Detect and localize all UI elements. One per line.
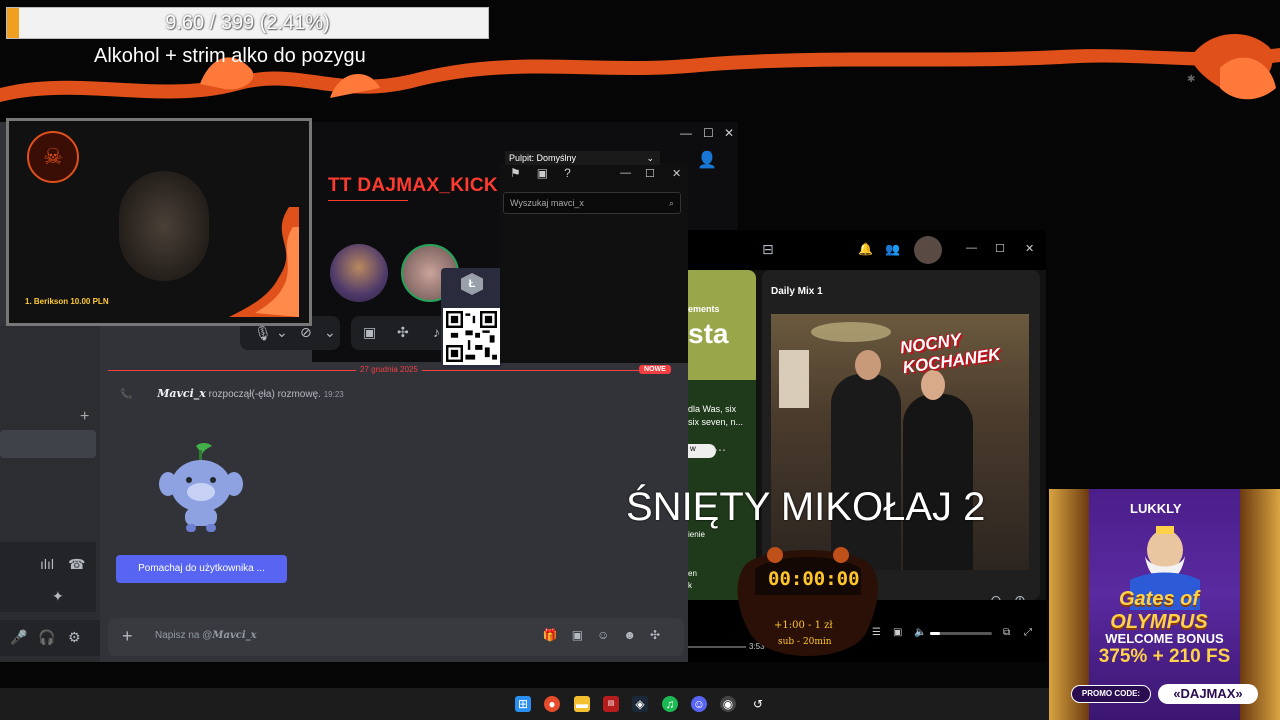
date-divider-label: 27 grudnia 2025 <box>356 365 422 374</box>
add-attachment-icon[interactable]: + <box>122 626 133 647</box>
windows-start-icon[interactable]: ⊞ <box>515 696 531 712</box>
maximize-icon[interactable]: ☐ <box>995 242 1005 255</box>
user-profile-icon[interactable]: 👤 <box>697 150 717 170</box>
scene-select-dropdown[interactable]: Pulpit: Domyślny ⌄ <box>505 151 660 165</box>
message-text: rozpoczął(-ęła) rozmowę. <box>208 389 321 400</box>
timer-rule-2: sub - 20min <box>778 637 832 647</box>
soundboard-icon[interactable]: ♪ <box>433 324 440 340</box>
microphone-icon[interactable]: 🎤 <box>10 629 27 646</box>
channel-logo-icon: ☠ <box>27 131 79 183</box>
discord-icon[interactable]: ☺ <box>691 696 707 712</box>
maximize-icon[interactable]: ☐ <box>645 167 655 180</box>
phone-call-icon: 📞 <box>120 389 133 400</box>
ad-game-logo: Gates of OLYMPUS <box>1110 588 1208 633</box>
album-cover-title: NOCNY KOCHANEK <box>898 330 1002 378</box>
ad-welcome-label: WELCOME BONUS <box>1105 631 1224 646</box>
chat-tools-icons[interactable]: 🎁▣☺☻✣ <box>543 628 674 642</box>
flame-decoration <box>229 207 299 317</box>
album-cover-art[interactable]: NOCNY KOCHANEK <box>771 314 1029 570</box>
obs-toolbar-icons[interactable]: ⚑▣? <box>510 166 587 180</box>
notifications-bell-icon[interactable]: 🔔 <box>858 242 873 256</box>
app-icon[interactable]: ▤ <box>603 696 619 712</box>
avatar[interactable] <box>914 236 942 264</box>
playlist-card-description: dla Was, six six seven, n... <box>688 404 744 427</box>
minimize-icon[interactable]: — <box>620 167 631 179</box>
friends-activity-icon[interactable]: 👥 <box>885 242 900 256</box>
voice-wave-icon: ılıl <box>40 556 54 572</box>
call-participant-avatar[interactable] <box>330 244 388 302</box>
file-explorer-icon[interactable]: ▬ <box>574 696 590 712</box>
activities-icon[interactable]: ✣ <box>397 324 409 341</box>
donation-goal-title: Alkohol + strim alko do pozygu <box>94 45 366 67</box>
overlay-headline: ŚNIĘTY MIKOŁAJ 2 <box>626 485 986 529</box>
promo-code-value[interactable]: «DAJMAX» <box>1158 684 1258 704</box>
close-icon[interactable]: ✕ <box>1025 242 1034 255</box>
connect-device-icon[interactable]: ▣ <box>893 627 902 638</box>
playlist-card-title: sta <box>688 318 729 349</box>
subathon-timer: 00:00:00 <box>768 568 860 590</box>
chrome-icon[interactable]: ● <box>544 696 560 712</box>
message-input-box[interactable]: + Napisz na @Mavci_x 🎁▣☺☻✣ <box>108 618 684 656</box>
playlist-card-label: ements <box>688 304 720 314</box>
wave-to-user-button[interactable]: Pomachaj do użytkownika ... <box>116 555 287 583</box>
sidebar-item-active[interactable] <box>0 430 96 458</box>
volume-slider-fill <box>930 632 940 635</box>
qr-code-image <box>443 308 500 365</box>
fullscreen-icon[interactable]: ⤢ <box>1024 627 1032 638</box>
chat-search-input[interactable]: Wyszukaj mavci_x ⌕ <box>503 192 681 214</box>
donation-goal-text: 9.60 / 399 (2.41%) <box>165 12 330 34</box>
screen-share-icon[interactable]: ▣ <box>363 324 376 341</box>
disconnect-icon[interactable]: ☎ <box>68 556 85 573</box>
spotify-icon[interactable]: ♫ <box>662 696 678 712</box>
promo-code-label: PROMO CODE: <box>1071 685 1151 703</box>
top-donor-label: 1. Berikson 10.00 PLN <box>25 297 109 306</box>
ad-bonus-value: 375% + 210 FS <box>1098 646 1231 667</box>
side-label-2: en k <box>688 569 697 590</box>
wumpus-wave-illustration <box>159 443 243 532</box>
subathon-timer-frame <box>737 547 878 656</box>
daily-mix-title: Daily Mix 1 <box>771 286 823 297</box>
new-messages-badge: NOWE <box>639 365 671 374</box>
call-share-controls: ▣ ✣ ♪ <box>351 316 451 350</box>
settings-gear-icon[interactable]: ⚙ <box>68 629 81 646</box>
soundboard-icon[interactable]: ✦ <box>52 588 64 605</box>
more-options-icon[interactable]: ⋯ <box>714 443 726 457</box>
chevron-down-icon: ⌄ <box>646 153 654 163</box>
call-started-message: 📞 Mavci_x rozpoczął(-ęła) rozmowę. 19:23 <box>120 387 344 400</box>
camera-off-icon[interactable]: ⊘ <box>300 324 312 341</box>
search-icon: ⌕ <box>668 198 674 208</box>
app-icon[interactable]: ↺ <box>750 696 766 712</box>
timer-rule-1: +1:00 - 1 zł <box>774 620 833 631</box>
maximize-icon[interactable]: ☐ <box>703 126 714 140</box>
headphones-icon[interactable]: 🎧 <box>38 629 55 646</box>
mic-toggle-icon[interactable]: 🎙 <box>254 325 272 342</box>
add-dm-icon[interactable]: + <box>80 408 89 426</box>
minimize-icon[interactable]: — <box>680 126 692 140</box>
mini-player-icon[interactable]: ⧉ <box>1003 627 1010 638</box>
chevron-down-icon[interactable]: ⌄ <box>276 324 288 341</box>
voice-status-panel <box>0 542 96 612</box>
flame-border-decoration <box>0 34 1280 102</box>
close-icon[interactable]: ✕ <box>672 167 681 180</box>
play-pill-button[interactable]: w <box>688 444 716 458</box>
chevron-down-icon[interactable]: ⌄ <box>324 324 336 341</box>
webcam-feed: ☠ 1. Berikson 10.00 PLN <box>6 118 312 326</box>
message-time: 19:23 <box>323 390 344 399</box>
search-box-icon[interactable]: ⊟ <box>762 241 774 258</box>
ad-brand-name: LUKKLY <box>1130 501 1182 516</box>
steam-icon[interactable]: ◈ <box>632 696 648 712</box>
message-username[interactable]: Mavci_x <box>157 387 206 400</box>
streamer-face <box>119 171 209 281</box>
spider-decoration-icon: ✱ <box>1187 74 1196 85</box>
message-input-placeholder: Napisz na @Mavci_x <box>155 630 257 641</box>
close-icon[interactable]: ✕ <box>724 126 734 140</box>
call-channel-title: TT DAJMAX_KICK <box>328 175 498 196</box>
minimize-icon[interactable]: — <box>966 242 977 254</box>
side-label: ienie <box>688 530 705 539</box>
title-underline <box>328 200 408 201</box>
obs-icon[interactable]: ◉ <box>720 696 736 712</box>
volume-icon[interactable]: 🔈 <box>914 627 926 638</box>
donation-goal-bar: 9.60 / 399 (2.41%) <box>6 7 489 39</box>
